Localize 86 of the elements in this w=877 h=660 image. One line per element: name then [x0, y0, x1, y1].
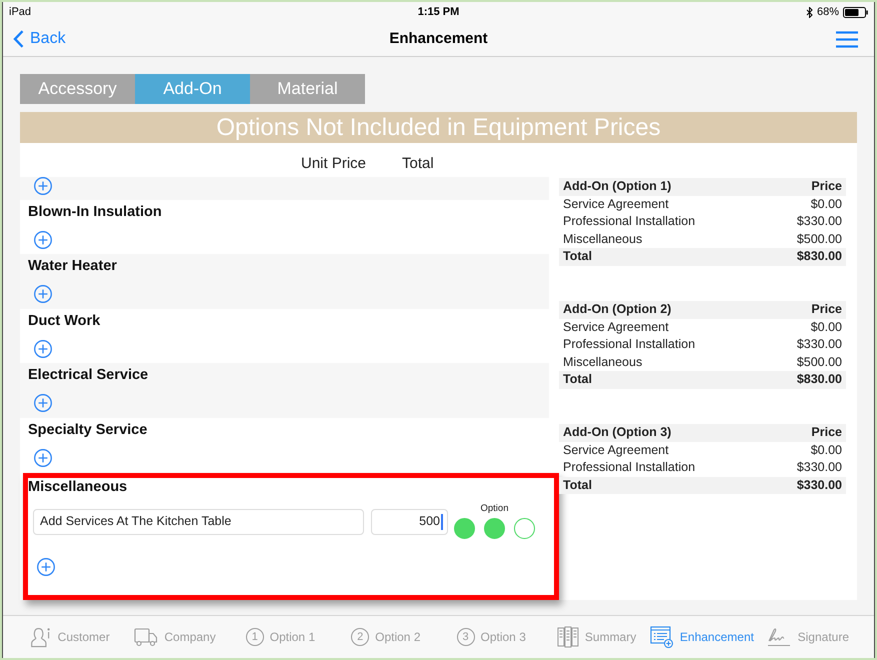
battery-percent: 68%: [816, 4, 839, 20]
total-label: Total: [563, 476, 592, 494]
item-label: Service Agreement: [563, 196, 669, 213]
section-title: Blown-In Insulation: [28, 202, 162, 221]
item-label: Miscellaneous: [563, 230, 642, 248]
option-checkbox[interactable]: [484, 518, 505, 539]
item-price: $0.00: [810, 442, 842, 459]
section-title: Duct Work: [28, 312, 100, 330]
add-button[interactable]: [37, 558, 55, 576]
bottom-tab[interactable]: Summary: [556, 626, 636, 648]
total-label: Total: [563, 248, 592, 266]
bottom-tab[interactable]: 3 Option 3: [456, 628, 526, 646]
item-label: Professional Installation: [563, 336, 696, 354]
menu-button[interactable]: [836, 30, 858, 48]
chevron-left-icon: [13, 30, 24, 48]
plus-circle-icon: [34, 176, 52, 195]
step-number: 2: [351, 628, 370, 646]
device-name: iPad: [9, 4, 32, 20]
step-number: 1: [246, 628, 264, 646]
plus-circle-icon: [37, 558, 55, 576]
option-label: Option: [480, 502, 508, 515]
signature-icon: [766, 627, 792, 647]
item-price: $330.00: [796, 459, 842, 476]
bottom-tab[interactable]: Enhancement: [650, 626, 754, 648]
total-price: $330.00: [796, 476, 842, 494]
add-button[interactable]: [34, 176, 52, 195]
total-label: Total: [563, 371, 592, 388]
screen-title: Enhancement: [389, 28, 488, 49]
category-tab[interactable]: Accessory: [20, 74, 135, 104]
total-price: $830.00: [796, 371, 842, 388]
column-header: Total: [402, 154, 434, 174]
person-info-icon: [30, 626, 52, 648]
back-link[interactable]: Back: [13, 27, 66, 51]
item-label: Professional Installation: [563, 213, 696, 230]
bottom-tab[interactable]: 2 Option 2: [351, 628, 420, 646]
add-button[interactable]: [34, 285, 52, 304]
battery-icon: [843, 6, 868, 18]
item-label: Service Agreement: [563, 442, 669, 459]
summary-title: Add-On (Option 1): [563, 178, 672, 196]
plus-circle-icon: [34, 394, 52, 412]
option-checkbox[interactable]: [514, 518, 535, 539]
step-number: 3: [456, 628, 474, 646]
summary-title: Add-On (Option 2): [563, 301, 672, 318]
bluetooth-icon: [806, 6, 813, 18]
truck-icon: [134, 627, 158, 647]
add-button[interactable]: [34, 394, 52, 412]
menu-icon: [836, 30, 858, 48]
category-tab[interactable]: Add-On: [135, 74, 250, 104]
item-price: $0.00: [810, 196, 842, 213]
section-title: Water Heater: [28, 257, 117, 276]
item-label: Service Agreement: [563, 318, 669, 336]
section-title: Miscellaneous: [28, 478, 128, 496]
bottom-tab[interactable]: Signature: [766, 627, 849, 647]
section-banner: Options Not Included in Equipment Prices: [20, 112, 857, 143]
price-heading: Price: [811, 178, 842, 196]
item-label: Professional Installation: [563, 459, 696, 476]
item-price: $500.00: [796, 230, 842, 248]
item-price: $0.00: [810, 318, 842, 336]
item-label: Miscellaneous: [563, 354, 642, 371]
bottom-tab[interactable]: Customer: [30, 626, 110, 648]
price-field[interactable]: 500: [371, 508, 448, 535]
bottom-tab[interactable]: 1 Option 1: [246, 628, 316, 646]
add-button[interactable]: [34, 230, 52, 249]
item-price: $330.00: [796, 213, 842, 230]
columns-icon: [556, 626, 579, 648]
category-tab[interactable]: Material: [250, 74, 365, 104]
price-heading: Price: [811, 424, 842, 442]
item-price: $330.00: [796, 336, 842, 354]
description-field[interactable]: Add Services At The Kitchen Table: [33, 508, 364, 535]
plus-circle-icon: [34, 230, 52, 249]
bottom-tab[interactable]: Company: [134, 627, 216, 647]
add-button[interactable]: [34, 340, 52, 358]
column-header: Unit Price: [301, 154, 366, 174]
section-title: Electrical Service: [28, 366, 148, 384]
option-checkbox[interactable]: [454, 518, 475, 539]
summary-title: Add-On (Option 3): [563, 424, 672, 442]
plus-circle-icon: [34, 449, 52, 468]
status-time: 1:15 PM: [418, 4, 460, 20]
section-title: Specialty Service: [28, 421, 148, 440]
add-button[interactable]: [34, 449, 52, 468]
item-price: $500.00: [796, 354, 842, 371]
price-heading: Price: [811, 301, 842, 318]
plus-circle-icon: [34, 340, 52, 358]
plus-circle-icon: [34, 285, 52, 304]
total-price: $830.00: [796, 248, 842, 266]
list-plus-icon: [650, 626, 674, 648]
